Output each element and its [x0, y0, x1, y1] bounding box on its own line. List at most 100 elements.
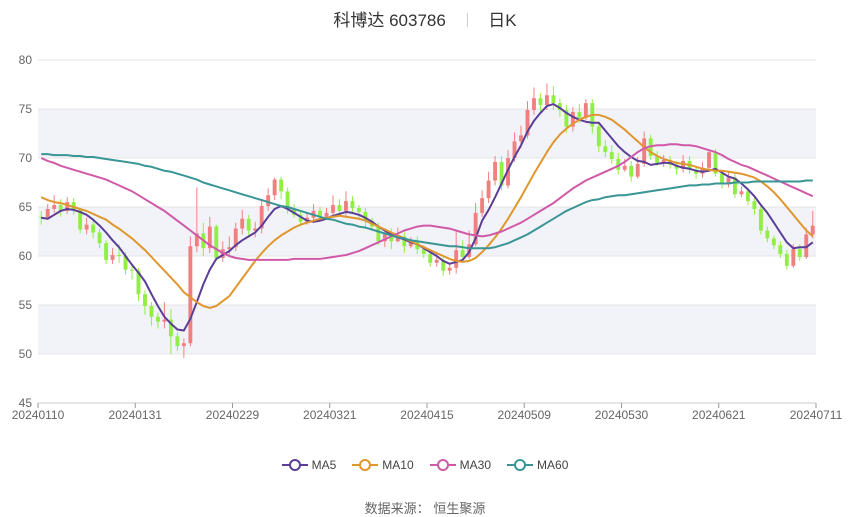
candle-body: [635, 163, 640, 177]
candle-body: [117, 255, 121, 257]
y-tick-label: 55: [19, 298, 33, 312]
candle-body: [240, 218, 245, 229]
candle-body: [45, 208, 50, 218]
candle-body: [181, 343, 186, 347]
x-tick-label: 20240229: [206, 408, 260, 422]
candle-body: [324, 212, 329, 217]
candle-body: [707, 152, 711, 168]
candle-body: [356, 207, 361, 212]
candle-body: [603, 146, 608, 153]
candle-body: [778, 245, 783, 255]
candle-body: [91, 224, 96, 233]
candle-body: [784, 254, 789, 266]
candle-body: [434, 259, 439, 263]
candle-body: [454, 250, 459, 268]
legend-marker-circle: [436, 459, 449, 471]
candle-body: [771, 238, 776, 246]
background-band: [38, 109, 816, 158]
candle-body: [577, 111, 582, 118]
candle-body: [110, 255, 115, 260]
candle: [214, 224, 219, 261]
y-tick-label: 50: [19, 347, 33, 361]
candle-body: [162, 319, 167, 322]
candle-body: [155, 316, 160, 322]
candle: [279, 176, 284, 200]
y-tick-label: 60: [19, 249, 33, 263]
candle: [480, 190, 485, 217]
chart-page: 科博达 603786 日K 45 50 55 60 65 70 75 80 20240110 2…: [0, 0, 850, 517]
data-source: 数据来源： 恒生聚源: [0, 498, 850, 517]
x-tick-label: 20240509: [498, 408, 552, 422]
legend-label: MA5: [311, 458, 337, 472]
candle-body: [130, 269, 134, 271]
candle-body: [447, 267, 452, 271]
y-tick-label: 65: [19, 200, 33, 214]
candle: [188, 236, 193, 347]
legend-item-ma10[interactable]: MA10: [352, 458, 414, 472]
candle-body: [745, 191, 750, 202]
candle-body: [350, 201, 355, 208]
x-tick-label: 20240621: [692, 408, 746, 422]
candle-body: [532, 98, 536, 110]
candle-body: [765, 230, 770, 239]
candle-body: [551, 95, 556, 104]
source-label: 数据来源：: [364, 501, 430, 516]
candle-body: [104, 243, 109, 260]
legend-marker-icon: [281, 459, 308, 471]
x-axis: 20240110 20240131 20240229 20240321 20240415…: [12, 403, 843, 422]
candle-body: [337, 205, 342, 211]
candle-body: [188, 246, 193, 344]
legend-label: MA60: [537, 458, 569, 472]
candle-body: [175, 336, 180, 347]
candle-body: [538, 98, 543, 106]
legend-marker-circle: [359, 459, 372, 471]
source-value: 恒生聚源: [433, 501, 486, 516]
candle: [739, 186, 744, 198]
legend-label: MA10: [382, 458, 414, 472]
legend: MA5 MA10 MA30 MA60: [0, 458, 850, 472]
candle-body: [642, 138, 647, 164]
legend-marker-circle: [514, 459, 527, 471]
candle: [707, 149, 711, 171]
legend-marker-icon: [429, 459, 456, 471]
candle: [551, 86, 556, 110]
legend-item-ma5[interactable]: MA5: [281, 458, 337, 472]
y-tick-label: 75: [19, 102, 33, 116]
x-tick-label: 20240321: [303, 408, 357, 422]
candle-body: [331, 205, 335, 213]
candlestick-chart: 4550556065707580 20240110 20240131 2024022…: [12, 53, 843, 422]
x-tick-label: 20240131: [109, 408, 163, 422]
candle: [629, 160, 634, 182]
candle-body: [739, 191, 744, 195]
candle-body: [486, 180, 491, 199]
candle-body: [460, 250, 465, 257]
candle-body: [143, 294, 147, 306]
legend-marker-icon: [507, 459, 534, 471]
y-tick-label: 80: [19, 53, 33, 67]
legend-label: MA30: [459, 458, 492, 472]
candle-body: [214, 226, 219, 258]
candle-body: [758, 208, 763, 231]
candle-body: [480, 198, 485, 213]
legend-item-ma60[interactable]: MA60: [507, 458, 568, 472]
background-bands: [38, 109, 816, 354]
candle: [441, 255, 446, 276]
legend-item-ma30[interactable]: MA30: [429, 458, 492, 472]
candle-body: [52, 205, 57, 209]
candle: [493, 156, 498, 186]
candle: [104, 240, 109, 264]
candle-body: [791, 249, 796, 266]
candle-body: [428, 254, 433, 263]
candle: [758, 206, 763, 235]
candle-body: [272, 179, 277, 196]
candle-body: [810, 225, 815, 235]
candle-body: [629, 165, 634, 177]
candle-body: [376, 226, 381, 242]
candle: [272, 177, 277, 201]
candle-body: [752, 201, 757, 209]
candle: [726, 171, 731, 188]
legend-marker-icon: [352, 459, 379, 471]
x-tick-label: 20240415: [400, 408, 454, 422]
x-tick-label: 20240530: [595, 408, 649, 422]
candle-body: [797, 249, 802, 257]
